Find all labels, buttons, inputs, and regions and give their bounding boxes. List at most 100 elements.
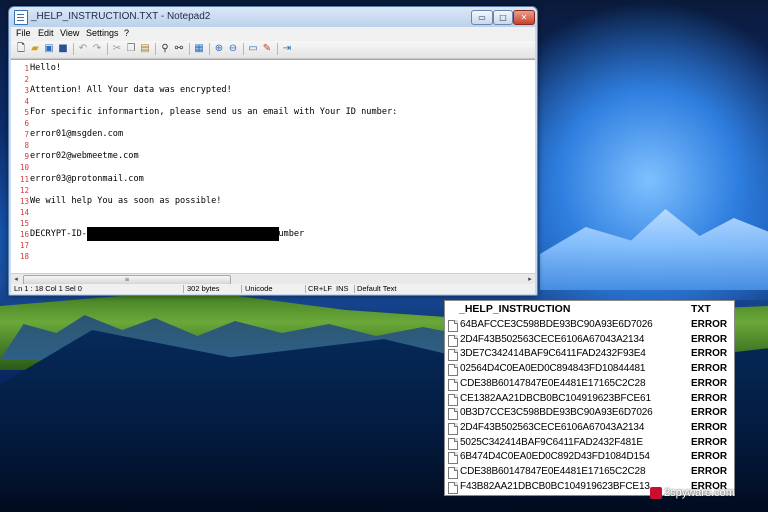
file-name: 2D4F43B502563CECE6106A67043A2134: [460, 421, 645, 433]
line-number: 17: [19, 240, 29, 250]
line-number: 5: [24, 108, 29, 118]
status-mode: INS: [336, 284, 349, 293]
line-number: 13: [19, 196, 29, 206]
file-row[interactable]: 3DE7C342414BAF9C6411FAD2432F93E4 ERROR: [445, 347, 734, 362]
toolbar-separator: [189, 43, 190, 55]
cut-icon[interactable]: ✂: [111, 43, 123, 55]
line-number: 9: [24, 152, 29, 162]
scroll-left-icon[interactable]: ◂: [11, 274, 21, 284]
file-extension: ERROR: [691, 319, 728, 330]
file-row[interactable]: 02564D4C0EA0ED0C894843FD10844481 ERROR: [445, 362, 734, 377]
line-number: 16: [19, 229, 29, 239]
header-name: _HELP_INSTRUCTION: [459, 303, 571, 315]
browse-icon[interactable]: ▣: [43, 43, 55, 55]
file-row[interactable]: CDE38B60147847E0E4481E17165C2C28 ERROR: [445, 465, 734, 480]
menu-file[interactable]: File: [16, 28, 31, 38]
word-wrap-icon[interactable]: ▦: [193, 43, 205, 55]
file-name: 02564D4C0EA0ED0C894843FD10844481: [460, 363, 646, 375]
file-row[interactable]: 2D4F43B502563CECE6106A67043A2134 ERROR: [445, 333, 734, 348]
file-icon: [448, 422, 458, 435]
status-scheme: Default Text: [357, 284, 397, 293]
file-row[interactable]: CE1382AA21DBCB0BC104919623BFCE61 ERROR: [445, 392, 734, 407]
file-icon: [448, 481, 458, 494]
line-text: error01@msgden.com: [30, 129, 124, 140]
file-extension: ERROR: [691, 421, 728, 433]
file-extension: ERROR: [691, 466, 728, 477]
status-position: Ln 1 : 18 Col 1 Sel 0: [14, 284, 82, 293]
line-number: 6: [24, 119, 29, 129]
file-icon: [448, 393, 458, 406]
zoom-in-icon[interactable]: ⊕: [213, 43, 225, 55]
line-text: For specific informartion, please send u…: [30, 107, 398, 118]
file-row[interactable]: 2D4F43B502563CECE6106A67043A2134 ERROR: [445, 421, 734, 436]
redacted-id: [87, 226, 279, 241]
status-eol: CR+LF: [308, 284, 332, 293]
file-icon: [448, 349, 458, 362]
undo-icon[interactable]: ↶: [77, 43, 89, 55]
status-encoding: Unicode: [245, 284, 273, 293]
scroll-right-icon[interactable]: ▸: [525, 274, 535, 284]
line-number: 14: [19, 207, 29, 217]
file-icon: [448, 378, 458, 391]
text-editor[interactable]: 1 Hello! 2 3 Attention! All Your data was en…: [11, 59, 535, 274]
file-row[interactable]: 6B474D4C0EA0ED0C892D43FD1084D154 ERROR: [445, 450, 734, 465]
paste-icon[interactable]: ▤: [139, 43, 151, 55]
status-size: 302 bytes: [187, 284, 220, 293]
toolbar-separator: [73, 43, 74, 55]
copy-icon[interactable]: ❐: [125, 43, 137, 55]
file-row[interactable]: 5025C342414BAF9C6411FAD2432F481E ERROR: [445, 436, 734, 451]
line-number: 8: [24, 141, 29, 151]
line-number: 1: [24, 64, 29, 73]
toolbar-separator: [277, 43, 278, 55]
close-button[interactable]: ✕: [513, 10, 535, 25]
file-icon: [448, 364, 458, 377]
horizontal-scrollbar[interactable]: ◂ ≡ ▸: [11, 273, 535, 285]
file-icon: [448, 437, 458, 450]
file-icon: [448, 467, 458, 479]
file-name: CE1382AA21DBCB0BC104919623BFCE61: [460, 392, 651, 404]
toolbar-separator: [155, 43, 156, 55]
line-number: 12: [19, 185, 29, 195]
file-name: 0B3D7CCE3C598BDE93BC90A93E6D7026: [460, 407, 653, 419]
minimize-button[interactable]: ▭: [471, 10, 493, 25]
toolbar-separator: [209, 43, 210, 55]
file-extension: ERROR: [691, 348, 728, 360]
line-number: 2: [24, 75, 29, 85]
customize-icon[interactable]: ✎: [261, 43, 273, 55]
notepad-app-icon[interactable]: [14, 10, 28, 25]
menu-bar: File Edit View Settings ?: [11, 27, 535, 41]
file-name: 3DE7C342414BAF9C6411FAD2432F93E4: [460, 348, 646, 360]
file-row[interactable]: 64BAFCCE3C598BDE93BC90A93E6D7026 ERROR: [445, 318, 734, 333]
file-extension: ERROR: [691, 377, 728, 389]
line-number: 10: [19, 163, 29, 173]
open-icon[interactable]: ▰: [29, 43, 41, 55]
menu-help[interactable]: ?: [124, 28, 129, 38]
toolbar-separator: [107, 43, 108, 55]
menu-edit[interactable]: Edit: [38, 28, 54, 38]
file-name: 6B474D4C0EA0ED0C892D43FD1084D154: [460, 451, 650, 463]
file-extension: ERROR: [691, 436, 728, 448]
encrypted-files-list: _HELP_INSTRUCTION TXT 64BAFCCE3C598BDE93…: [444, 300, 735, 496]
line-number: 11: [19, 174, 29, 184]
header-ext: TXT: [691, 303, 711, 315]
redo-icon[interactable]: ↷: [91, 43, 103, 55]
find-icon[interactable]: ⚲: [159, 43, 171, 55]
title-bar[interactable]: _HELP_INSTRUCTION.TXT - Notepad2 ▭ □ ✕: [9, 7, 537, 27]
save-icon[interactable]: ■: [57, 43, 69, 55]
file-row[interactable]: CDE38B60147847E0E4481E17165C2C28 ERROR: [445, 377, 734, 392]
replace-icon[interactable]: ⚯: [173, 43, 185, 55]
file-row[interactable]: 0B3D7CCE3C598BDE93BC90A93E6D7026 ERROR: [445, 406, 734, 421]
line-text: Attention! All Your data was encrypted!: [30, 85, 232, 96]
line-text: error03@protonmail.com: [30, 173, 144, 184]
toolbar: 🗋 ▰ ▣ ■ ↶ ↷ ✂ ❐ ▤ ⚲ ⚯ ▦ ⊕ ⊖ ▭ ✎ ⇥: [11, 41, 535, 59]
file-icon: [448, 452, 458, 465]
menu-view[interactable]: View: [60, 28, 79, 38]
zoom-out-icon[interactable]: ⊖: [227, 43, 239, 55]
menu-settings[interactable]: Settings: [86, 28, 119, 38]
scheme-icon[interactable]: ▭: [247, 43, 259, 55]
file-extension: ERROR: [691, 333, 728, 345]
maximize-button[interactable]: □: [493, 10, 513, 25]
exit-icon[interactable]: ⇥: [281, 43, 293, 55]
new-icon[interactable]: 🗋: [15, 43, 27, 55]
watermark-logo-icon: [650, 487, 662, 500]
